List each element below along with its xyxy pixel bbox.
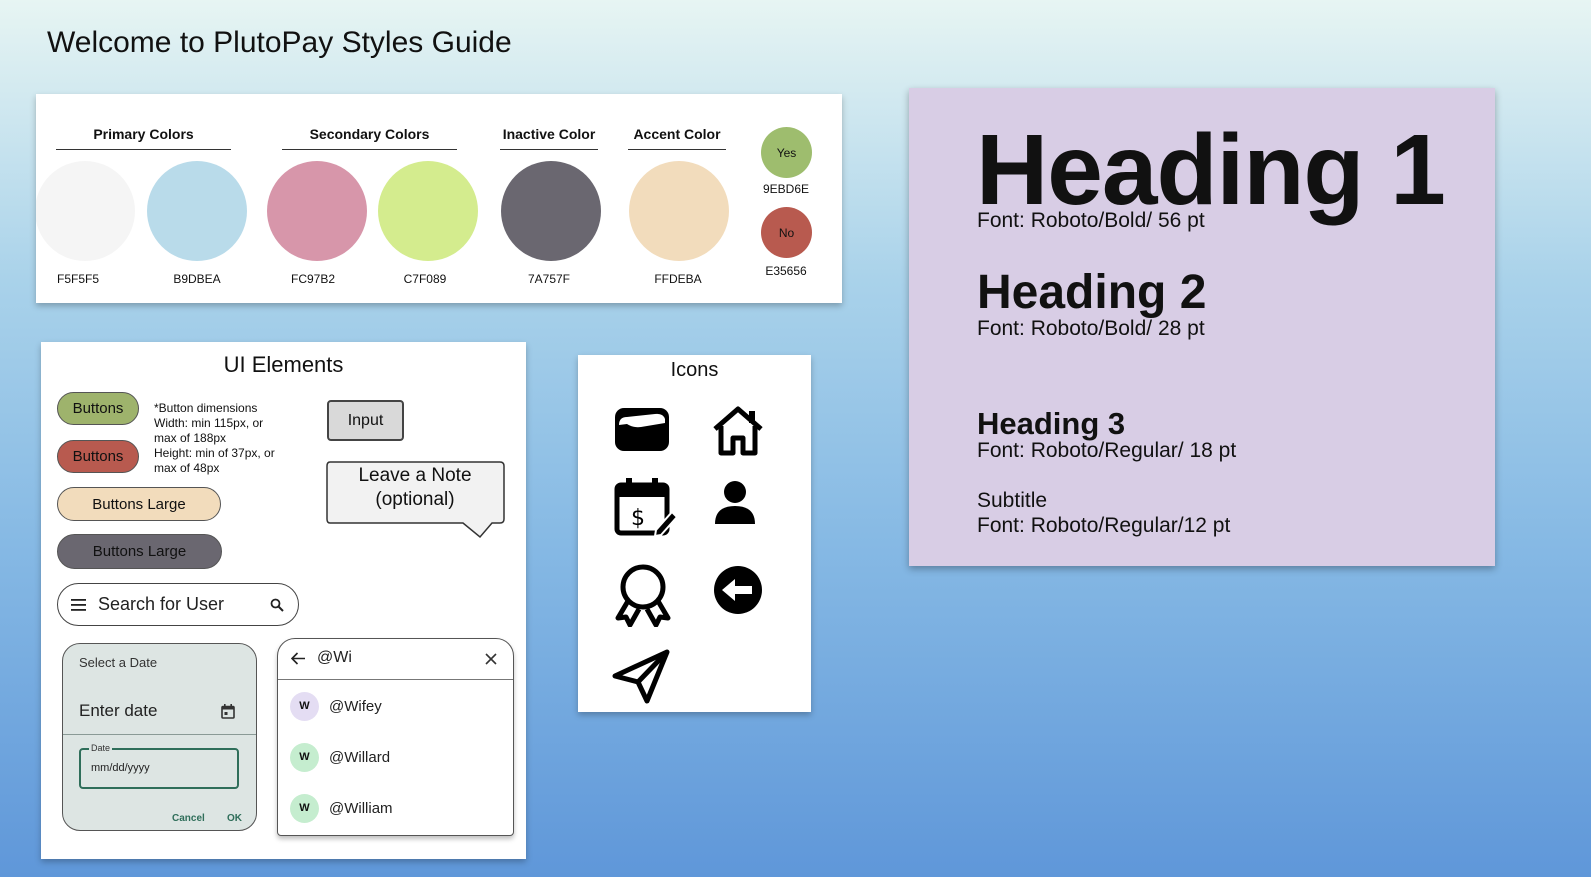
note-bubble-line1: Leave a Note [358,465,472,486]
note-line: Width: min 115px, or [154,416,264,430]
subtitle-font-note: Font: Roboto/Regular/12 pt [977,514,1231,537]
swatch-ffdeba [629,161,729,261]
note-line: Height: min of 37px, or [154,446,275,460]
primary-button-sample[interactable]: Buttons [57,392,139,425]
search-user-bar[interactable]: Search for User [57,583,299,626]
close-icon[interactable] [485,653,497,665]
heading-3-font-note: Font: Roboto/Regular/ 18 pt [977,439,1237,462]
suggestion-name: @Wifey [329,697,382,715]
inactive-color-heading: Inactive Color [502,126,596,142]
danger-button-sample[interactable]: Buttons [57,440,139,473]
swatch-f5f5f5 [36,161,135,261]
heading-3-sample: Heading 3 [977,406,1126,441]
date-divider [63,734,256,735]
award-icon [615,564,671,627]
swatch-label-c7f089: C7F089 [403,272,447,286]
back-arrow-icon [714,566,762,614]
no-hex-label: E35656 [765,264,807,278]
avatar: W [290,691,319,721]
swatch-label-fc97b2: FC97B2 [290,272,336,286]
suggestion-item[interactable]: W @William [278,783,513,833]
wallet-icon [615,408,669,451]
date-field-label: Date [89,743,113,753]
calendar-icon[interactable] [221,704,235,719]
subtitle-sample: Subtitle [977,489,1048,512]
heading-1-sample: Heading 1 [976,114,1446,226]
no-label: No [778,225,795,240]
yes-hex-label: 9EBD6E [762,182,810,196]
date-ok-button[interactable]: OK [227,813,242,824]
svg-text:$: $ [631,506,645,531]
button-dimensions-note: *Button dimensions Width: min 115px, or … [154,401,275,476]
inactive-color-underline [500,149,598,150]
typography-card: Heading 1 Font: Roboto/Bold/ 56 pt Headi… [909,88,1495,566]
date-cancel-button[interactable]: Cancel [172,813,205,824]
enter-date-label: Enter date [79,701,158,720]
icons-card: Icons $ [578,355,811,712]
swatch-7a757f [501,161,601,261]
suggestion-name: @Willard [329,748,391,766]
leave-note-button[interactable]: Leave a Note (optional) [326,464,504,512]
suggestion-item[interactable]: W @Willard [278,732,513,782]
search-input[interactable]: Search for User [98,594,224,615]
note-line: max of 188px [154,431,227,445]
swatch-b9dbea [147,161,247,261]
ui-elements-title: UI Elements [223,352,344,377]
swatch-label-b9dbea: B9DBEA [173,272,221,286]
menu-icon[interactable] [71,598,87,611]
date-field-placeholder: mm/dd/yyyy [91,762,150,774]
user-suggestion-dropdown: @Wi W @Wifey W @Willard W @William [277,638,514,836]
suggestion-divider [278,679,513,680]
date-picker-card: Select a Date Enter date Date mm/dd/yyyy… [62,643,257,831]
primary-colors-underline [56,149,231,150]
heading-1-font-note: Font: Roboto/Bold/ 56 pt [977,209,1205,232]
calendar-payment-icon: $ [614,478,678,538]
send-icon [612,649,670,704]
search-icon[interactable] [270,598,284,612]
swatch-fc97b2 [267,161,367,261]
yes-color-sample: Yes [761,127,812,178]
yes-label: Yes [776,145,797,160]
date-picker-header: Select a Date [79,655,158,670]
icons-title: Icons [670,359,719,381]
primary-colors-heading: Primary Colors [93,126,194,142]
large-button-dark-sample[interactable]: Buttons Large [57,534,222,569]
date-input-field[interactable]: Date mm/dd/yyyy [79,743,239,789]
suggestion-name: @William [329,799,393,817]
ui-elements-card: UI Elements Buttons Buttons *Button dime… [41,342,526,859]
heading-2-sample: Heading 2 [977,266,1207,319]
secondary-colors-heading: Secondary Colors [309,126,430,142]
accent-color-heading: Accent Color [633,126,721,142]
page-title: Welcome to PlutoPay Styles Guide [47,26,512,59]
swatch-c7f089 [378,161,478,261]
back-arrow-small-icon[interactable] [291,652,306,665]
user-icon [715,481,755,524]
no-color-sample: No [761,207,812,258]
heading-2-font-note: Font: Roboto/Bold/ 28 pt [977,317,1205,340]
note-line: *Button dimensions [154,401,258,415]
avatar: W [290,793,319,823]
secondary-colors-underline [282,149,457,150]
home-icon [713,406,763,456]
color-palette-card: Primary Colors Secondary Colors Inactive… [36,94,842,303]
suggestion-item[interactable]: W @Wifey [278,681,513,731]
swatch-label-f5f5f5: F5F5F5 [56,272,99,286]
note-bubble-line2: (optional) [375,489,455,510]
large-button-light-sample[interactable]: Buttons Large [57,487,221,521]
swatch-label-7a757f: 7A757F [527,272,571,286]
suggestion-query-input[interactable]: @Wi [317,649,352,667]
swatch-label-ffdeba: FFDEBA [654,272,702,286]
avatar: W [290,742,319,772]
input-sample[interactable]: Input [327,400,404,441]
note-line: max of 48px [154,461,220,475]
accent-color-underline [628,149,726,150]
